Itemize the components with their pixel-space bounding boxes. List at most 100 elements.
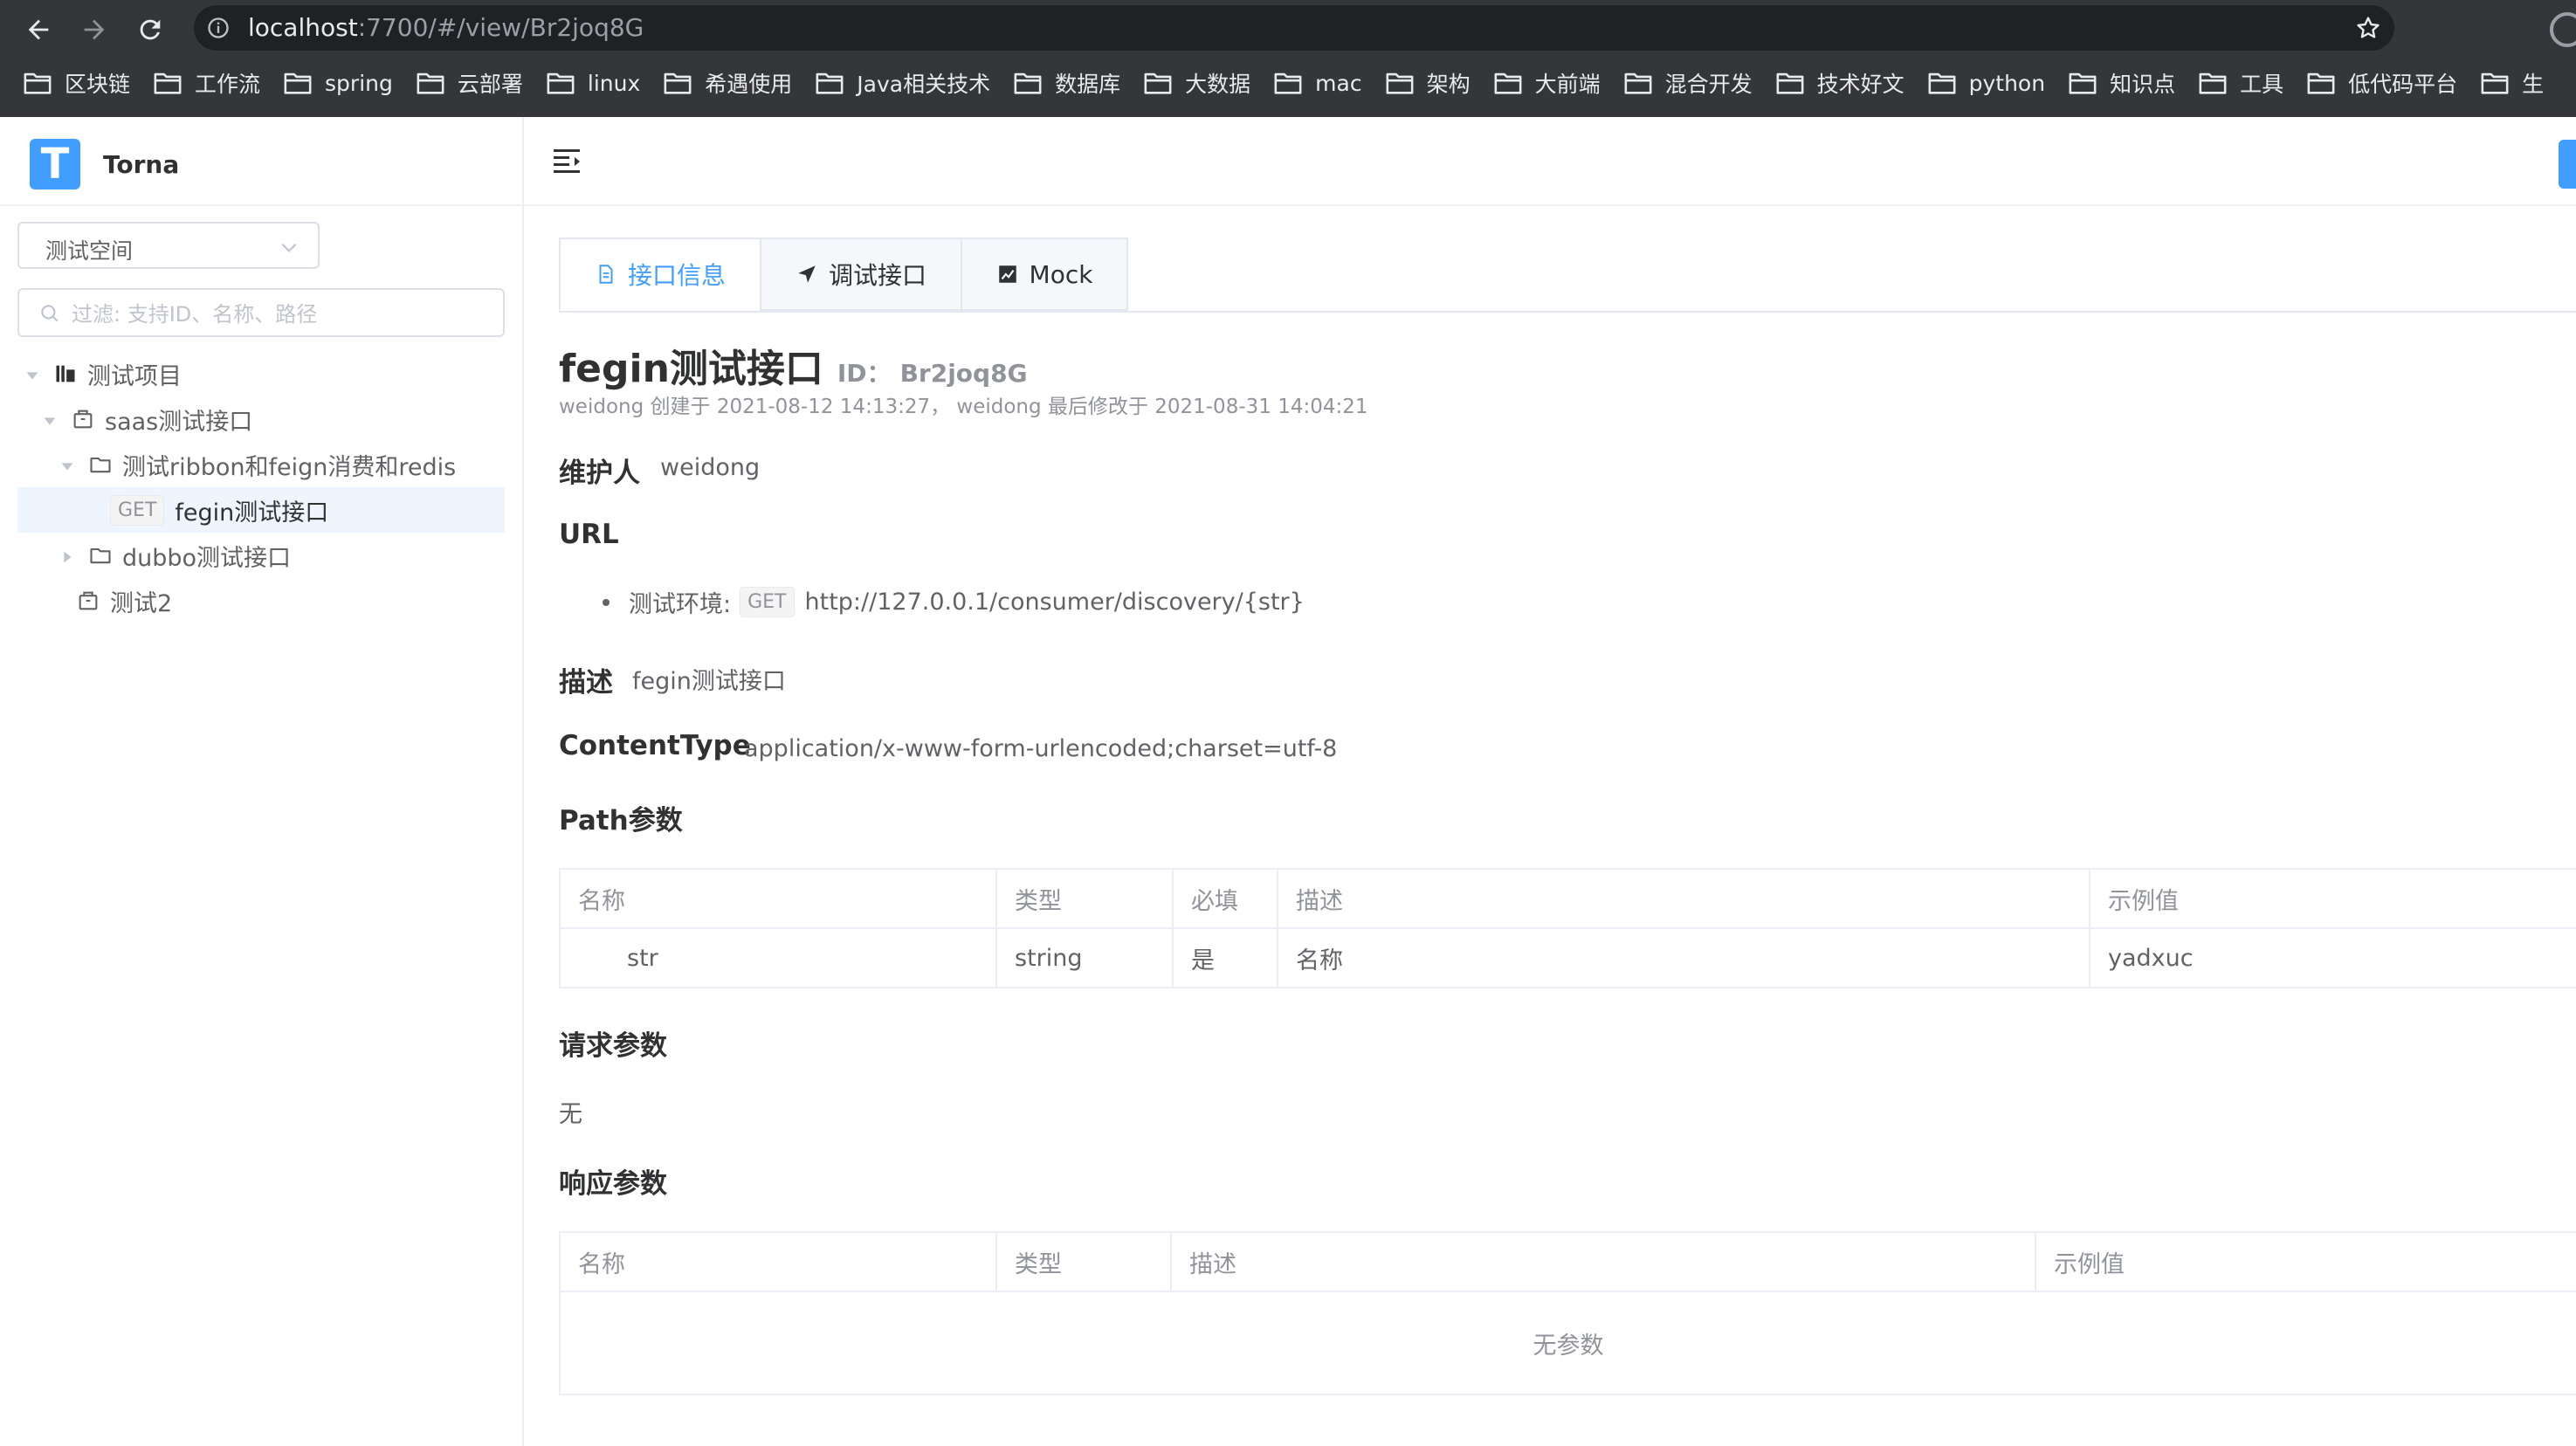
folder-icon — [1014, 72, 1042, 94]
doc-title: fegin测试接口 — [559, 347, 823, 391]
bookmark-folder[interactable]: python — [1927, 70, 2045, 96]
folder-icon — [2069, 72, 2097, 94]
collapse-menu-icon[interactable] — [552, 147, 583, 175]
bookmark-label: spring — [325, 70, 393, 96]
folder-icon — [664, 72, 692, 94]
site-info-icon[interactable] — [206, 16, 231, 40]
tree-node-module[interactable]: 测试2 — [17, 578, 505, 623]
back-arrow-icon[interactable] — [16, 7, 61, 52]
caret-right-icon[interactable] — [58, 546, 77, 565]
bookmark-folder[interactable]: 生 — [2480, 67, 2544, 99]
tree-node-label: 测试项目 — [87, 362, 182, 390]
bookmark-label: 工作流 — [195, 72, 261, 97]
address-bar[interactable]: localhost:7700/#/view/Br2joq8G — [194, 5, 2394, 51]
doc-tabs: 接口信息 调试接口 Mock — [559, 238, 2576, 313]
column-header: 描述 — [1170, 1231, 2036, 1292]
bookmark-folder[interactable]: 大前端 — [1493, 67, 1601, 99]
bookmark-folder[interactable]: linux — [546, 70, 640, 96]
folder-icon — [1776, 72, 1804, 94]
tree-node-label: saas测试接口 — [105, 408, 253, 436]
param-desc: 名称 — [1277, 927, 2090, 988]
caret-down-icon[interactable] — [40, 410, 59, 429]
param-name: str — [559, 927, 997, 988]
caret-down-icon[interactable] — [23, 364, 42, 383]
folder-icon — [284, 72, 312, 94]
module-icon — [70, 407, 96, 431]
url-path: :7700/#/view/Br2joq8G — [357, 13, 644, 42]
env-label: 测试环境: — [629, 591, 732, 618]
folder-icon — [87, 452, 114, 477]
tree-node-folder[interactable]: dubbo测试接口 — [17, 533, 505, 578]
document-icon — [599, 265, 613, 284]
table-row: str string 是 名称 yadxuc — [559, 927, 2576, 988]
folder-icon — [1274, 72, 1302, 94]
forward-arrow-icon[interactable] — [72, 7, 117, 52]
column-header: 类型 — [995, 868, 1174, 929]
doc-title-row: fegin测试接口 ID： Br2joq8G — [559, 337, 1028, 393]
sidebar: T Torna 测试空间 测试项目 saas测试接口 测试 — [0, 117, 524, 1446]
column-header: 名称 — [559, 868, 997, 929]
doc-meta: weidong 创建于 2021-08-12 14:13:27， weidong… — [559, 396, 1368, 418]
bookmark-folder[interactable]: 架构 — [1385, 67, 1471, 99]
caret-down-icon[interactable] — [58, 455, 77, 474]
column-header: 类型 — [995, 1231, 1172, 1292]
bookmark-folder[interactable]: 大数据 — [1143, 67, 1250, 99]
bookmark-folder[interactable]: 混合开发 — [1623, 67, 1753, 99]
bookmark-label: 生 — [2522, 72, 2545, 97]
profile-icon[interactable] — [2550, 12, 2576, 47]
tree-node-doc-active[interactable]: GET fegin测试接口 — [17, 487, 505, 533]
bookmark-label: 云部署 — [457, 72, 523, 97]
column-header: 示例值 — [2035, 1231, 2576, 1292]
filter-input[interactable] — [70, 297, 492, 332]
project-icon — [52, 362, 79, 386]
bookmark-folder[interactable]: Java相关技术 — [815, 67, 990, 99]
bookmark-folder[interactable]: 数据库 — [1013, 67, 1120, 99]
bookmark-label: 工具 — [2240, 72, 2284, 97]
folder-icon — [816, 72, 844, 94]
tab-doc-info[interactable]: 接口信息 — [559, 238, 761, 311]
tree-node-label: fegin测试接口 — [175, 499, 329, 527]
url-host: localhost — [248, 13, 358, 42]
request-params-label: 请求参数 — [559, 1030, 667, 1062]
empty-text: 无参数 — [559, 1291, 2576, 1395]
maintainer-label: 维护人 — [559, 458, 640, 489]
bullet — [603, 598, 610, 606]
tree-node-module[interactable]: saas测试接口 — [17, 396, 505, 442]
bookmark-label: 知识点 — [2110, 72, 2176, 97]
folder-icon — [2199, 72, 2227, 94]
tree-node-project[interactable]: 测试项目 — [17, 351, 505, 396]
tab-label: 调试接口 — [828, 261, 926, 290]
space-select[interactable]: 测试空间 — [17, 222, 320, 269]
tree-node-folder[interactable]: 测试ribbon和feign消费和redis — [17, 442, 505, 487]
reload-icon[interactable] — [127, 7, 173, 52]
bookmark-folder[interactable]: 希遇使用 — [663, 67, 792, 99]
module-icon — [75, 589, 101, 613]
bookmark-folder[interactable]: 工作流 — [153, 67, 260, 99]
bookmark-label: 架构 — [1426, 72, 1471, 97]
bookmark-folder[interactable]: 云部署 — [416, 67, 523, 99]
header-action-button[interactable] — [2559, 140, 2576, 189]
folder-icon — [1144, 72, 1172, 94]
bookmark-label: 希遇使用 — [705, 72, 793, 97]
bookmark-folder[interactable]: 低代码平台 — [2306, 67, 2457, 99]
param-type: string — [995, 927, 1174, 988]
url-section-label: URL — [559, 519, 619, 550]
bookmark-folder[interactable]: mac — [1273, 70, 1362, 96]
brand[interactable]: T Torna — [30, 138, 179, 190]
bookmark-folder[interactable]: 区块链 — [23, 67, 130, 99]
response-params-table: 名称 类型 描述 示例值 无参数 — [559, 1231, 2576, 1395]
bookmark-star-icon[interactable] — [2354, 14, 2382, 42]
tab-debug[interactable]: 调试接口 — [760, 238, 962, 311]
filter-field[interactable] — [17, 288, 505, 337]
content-type-label: ContentType — [559, 730, 751, 761]
bookmark-folder[interactable]: spring — [283, 70, 393, 96]
bookmark-folder[interactable]: 知识点 — [2068, 67, 2175, 99]
bookmark-folder[interactable]: 工具 — [2198, 67, 2283, 99]
doc-id-label: ID： — [837, 359, 892, 388]
tree-node-label: 测试2 — [110, 589, 173, 617]
desc-value: fegin测试接口 — [632, 668, 786, 695]
tab-mock[interactable]: Mock — [961, 238, 1128, 311]
bookmark-folder[interactable]: 技术好文 — [1775, 67, 1904, 99]
main-header — [524, 117, 2576, 206]
table-empty-row: 无参数 — [559, 1291, 2576, 1395]
